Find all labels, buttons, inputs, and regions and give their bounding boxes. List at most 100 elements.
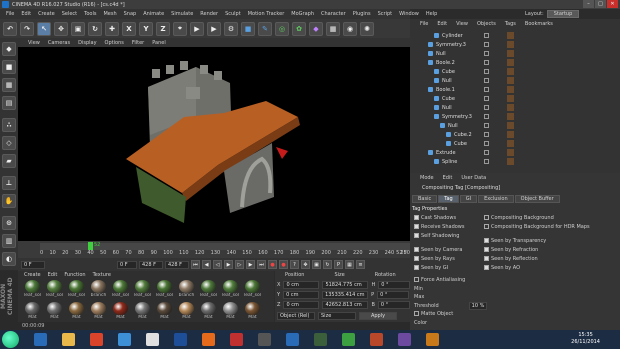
workplane-icon[interactable]: ▤ (2, 96, 16, 110)
checkbox[interactable] (484, 265, 489, 270)
material-tag-icon[interactable] (507, 113, 514, 120)
attribute-tab-object-buffer[interactable]: Object Buffer (514, 195, 560, 203)
rot-h-field[interactable]: 0 ° (378, 281, 411, 289)
object-menu-item-2[interactable]: View (456, 21, 468, 27)
material-swatch[interactable]: branch (88, 280, 109, 301)
menu-item-14[interactable]: Plugins (353, 11, 371, 17)
attribute-menu-item-2[interactable]: User Data (461, 175, 486, 181)
pos-z-field[interactable]: 0 cm (283, 301, 320, 309)
visibility-toggle[interactable] (484, 159, 489, 164)
model-mode-icon[interactable]: ■ (2, 60, 16, 74)
material-tag-icon[interactable] (507, 122, 514, 129)
menu-item-17[interactable]: Help (426, 11, 437, 17)
checkbox[interactable] (484, 256, 489, 261)
snap-icon[interactable]: ⊙ (2, 216, 16, 230)
menu-item-8[interactable]: Simulate (171, 11, 193, 17)
last-frame-icon[interactable]: ⏭ (257, 260, 266, 269)
attribute-checkbox-row[interactable]: Compositing Background for HDR Maps (484, 224, 590, 230)
menu-item-11[interactable]: Motion Tracker (248, 11, 285, 17)
attribute-checkbox-row[interactable]: Seen by AO (484, 265, 520, 271)
param-key-icon[interactable]: P (334, 260, 343, 269)
object-row[interactable]: Symmetry.3 (434, 112, 620, 121)
attribute-checkbox-row[interactable]: Self Shadowing (414, 233, 459, 239)
attribute-checkbox-row[interactable]: Seen by Rays (414, 256, 455, 262)
checkbox[interactable] (414, 247, 419, 252)
attribute-menu-item-0[interactable]: Mode (420, 175, 434, 181)
photoshop-icon[interactable] (118, 333, 131, 346)
menu-item-0[interactable]: File (6, 11, 14, 17)
tweak-icon[interactable]: ✋ (2, 194, 16, 208)
office-icon[interactable] (370, 333, 383, 346)
material-swatch[interactable]: leaf_sol (44, 280, 65, 301)
material-swatch[interactable]: leaf_sol (110, 280, 131, 301)
material-menu-item-1[interactable]: Edit (48, 272, 58, 278)
attribute-checkbox-row[interactable]: Receive Shadows (414, 224, 465, 230)
app-icon[interactable] (398, 333, 411, 346)
attribute-checkbox-row[interactable]: Seen by GI (414, 265, 448, 271)
visibility-toggle[interactable] (484, 123, 489, 128)
scale-icon[interactable]: ▣ (71, 21, 85, 36)
make-editable-icon[interactable]: ◆ (2, 42, 16, 56)
viewport-menu-item-1[interactable]: Cameras (48, 40, 70, 46)
visibility-toggle[interactable] (484, 150, 489, 155)
material-swatch[interactable]: Mat (242, 302, 263, 323)
visibility-toggle[interactable] (484, 60, 489, 65)
camera-icon[interactable]: ◉ (343, 21, 357, 36)
material-tag-icon[interactable] (507, 149, 514, 156)
material-tag-icon[interactable] (507, 86, 514, 93)
start-frame-field[interactable]: 0 F (21, 260, 45, 269)
material-tag-icon[interactable] (507, 158, 514, 165)
object-menu-item-5[interactable]: Bookmarks (525, 21, 553, 27)
light-icon[interactable]: ✺ (360, 21, 374, 36)
viewport-menu-item-5[interactable]: Panel (152, 40, 166, 46)
chrome-icon[interactable] (146, 333, 159, 346)
viewport-menu-item-3[interactable]: Options (105, 40, 124, 46)
material-tag-icon[interactable] (507, 95, 514, 102)
material-swatch[interactable]: Mat (198, 302, 219, 323)
deformer-icon[interactable]: ◆ (309, 21, 323, 36)
menu-item-16[interactable]: Window (399, 11, 419, 17)
word-icon[interactable] (174, 333, 187, 346)
material-tag-icon[interactable] (507, 32, 514, 39)
edges-mode-icon[interactable]: ◇ (2, 136, 16, 150)
pla-key-icon[interactable]: ▦ (345, 260, 354, 269)
checkbox[interactable] (484, 224, 489, 229)
solo-icon[interactable]: ◐ (2, 252, 16, 266)
object-row[interactable]: Symmetry.3 (428, 40, 620, 49)
object-row[interactable]: Cube.2 (446, 130, 620, 139)
acrobat-icon[interactable] (230, 333, 243, 346)
menu-item-7[interactable]: Animate (143, 11, 164, 17)
x-axis-icon[interactable]: X (122, 21, 136, 36)
ie-icon[interactable] (34, 333, 47, 346)
timeline[interactable]: 0 10 20 30 40 50 60 70 80 90 100 110 120 130 140 150 160… (18, 241, 410, 258)
object-row[interactable]: Spline (434, 157, 620, 166)
material-swatch[interactable]: leaf_sol (66, 280, 87, 301)
material-swatch[interactable]: Mat (22, 302, 43, 323)
z-axis-icon[interactable]: Z (156, 21, 170, 36)
coordinate-system-icon[interactable]: ⌖ (173, 21, 187, 36)
pos-x-field[interactable]: 0 cm (283, 281, 320, 289)
checkbox[interactable] (414, 311, 419, 316)
rot-p-field[interactable]: 0 ° (377, 291, 410, 299)
checkbox[interactable] (414, 233, 419, 238)
render-view-icon[interactable]: ▶ (190, 21, 204, 36)
material-tag-icon[interactable] (507, 77, 514, 84)
vlc-icon[interactable] (426, 333, 439, 346)
steam-icon[interactable] (258, 333, 271, 346)
threshold-field[interactable]: 10 % (468, 301, 488, 310)
menu-item-3[interactable]: Select (62, 11, 77, 17)
material-swatch[interactable]: Mat (110, 302, 131, 323)
object-row[interactable]: Boole.2 (428, 58, 620, 67)
attribute-menu-item-1[interactable]: Edit (443, 175, 453, 181)
rotate-icon[interactable]: ↻ (88, 21, 102, 36)
attribute-extra-row[interactable]: Color (414, 320, 427, 326)
prev-key-icon[interactable]: ◀ (202, 260, 211, 269)
material-menu-item-3[interactable]: Texture (93, 272, 111, 278)
material-swatch[interactable]: Mat (44, 302, 65, 323)
checkbox[interactable] (484, 215, 489, 220)
size-mode-dropdown[interactable]: Size (318, 312, 356, 320)
material-swatch[interactable]: Mat (66, 302, 87, 323)
attribute-checkbox-row[interactable]: Seen by Transparency (484, 238, 546, 244)
start-button[interactable] (2, 331, 19, 348)
visibility-toggle[interactable] (484, 132, 489, 137)
